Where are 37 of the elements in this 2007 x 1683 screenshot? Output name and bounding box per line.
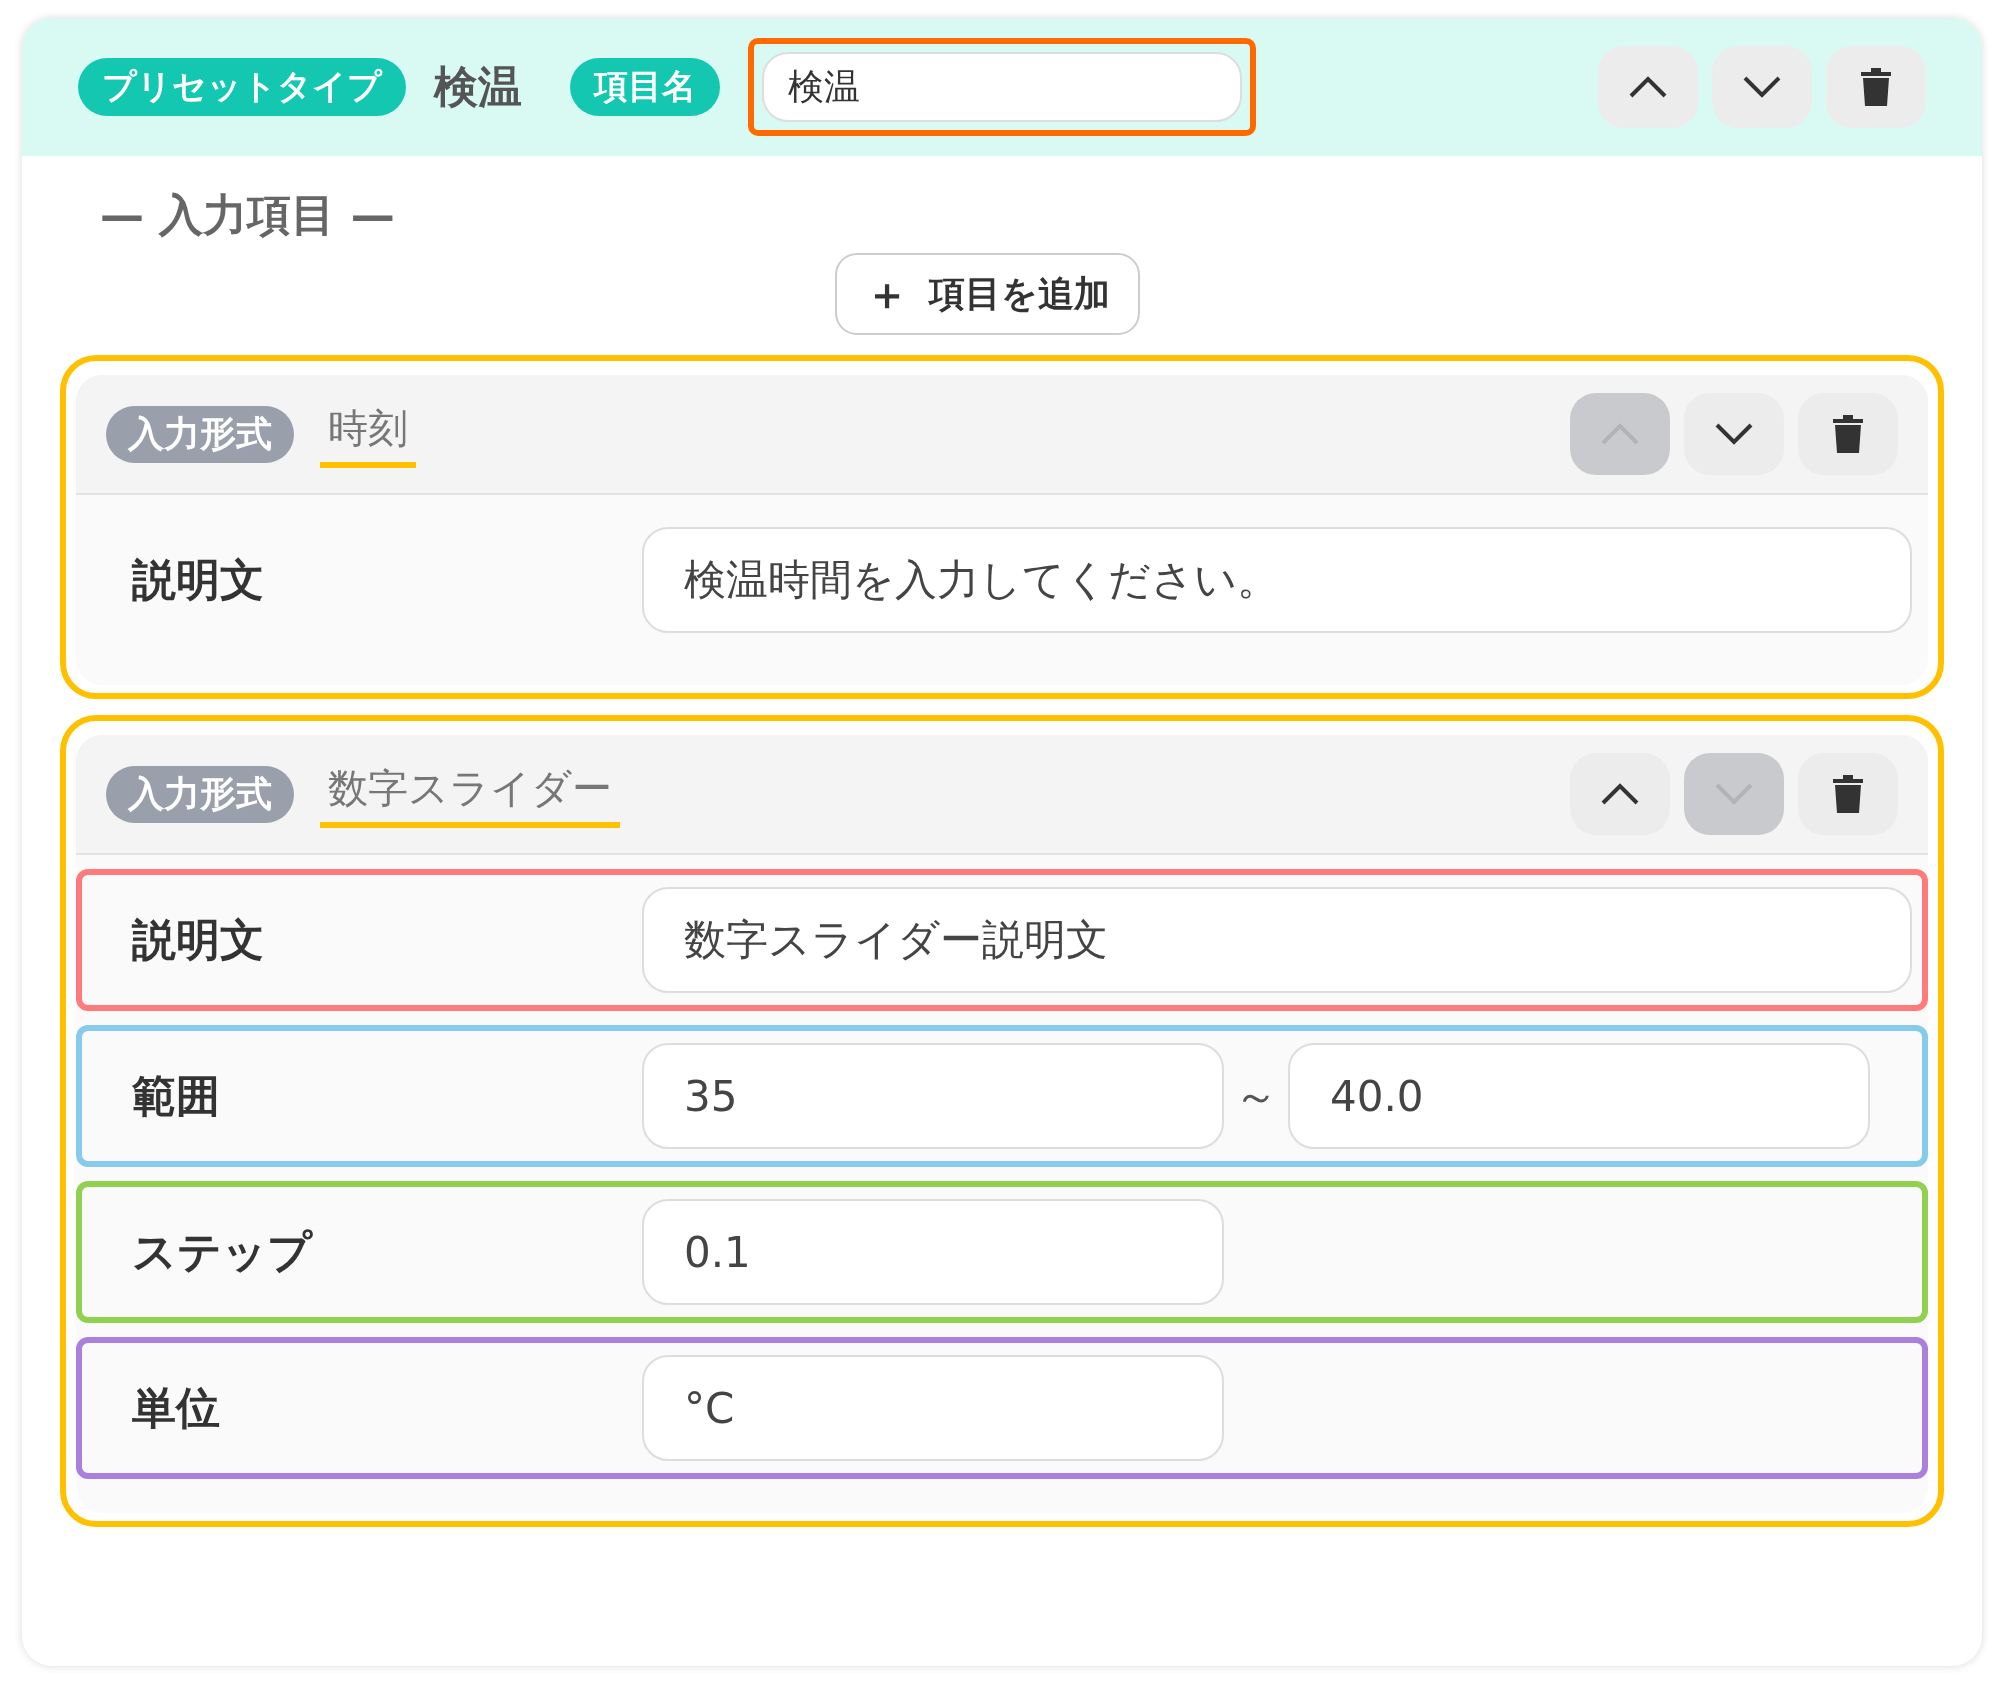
field-label: 説明文	[132, 552, 265, 607]
delete-button[interactable]	[1798, 393, 1898, 475]
move-up-button[interactable]	[1570, 753, 1670, 835]
max-input-field[interactable]: 40.0	[1288, 1043, 1870, 1149]
preset-type-badge: プリセットタイプ	[78, 58, 406, 116]
add-item-button[interactable]: ＋ 項目を追加	[834, 253, 1140, 335]
delete-button[interactable]	[1798, 753, 1898, 835]
trash-icon	[1860, 67, 1892, 107]
move-down-button[interactable]	[1684, 393, 1784, 475]
item-name-badge: 項目名	[570, 58, 720, 116]
plus-icon: ＋	[864, 264, 909, 324]
input-format-badge: 入力形式	[106, 765, 294, 823]
item-name-field[interactable]: 検温	[762, 52, 1242, 122]
input-field[interactable]: 検温時間を入力してください。	[642, 527, 1912, 633]
field-label: ステップ	[132, 1224, 314, 1279]
input-field[interactable]: °C	[642, 1355, 1224, 1461]
input-field[interactable]: 数字スライダー説明文	[642, 887, 1912, 993]
preset-type-value: 検温	[434, 59, 522, 114]
input-type-label: 数字スライダー	[320, 760, 620, 828]
move-up-button[interactable]	[1598, 46, 1698, 128]
move-down-button[interactable]	[1712, 46, 1812, 128]
input-format-badge: 入力形式	[106, 405, 294, 463]
min-input-field[interactable]: 35	[642, 1043, 1224, 1149]
range-separator: ～	[1233, 1068, 1279, 1123]
input-field[interactable]: 0.1	[642, 1199, 1224, 1305]
field-label: 範囲	[132, 1068, 221, 1123]
input-type-label: 時刻	[320, 400, 416, 468]
section-title: — 入力項目 —	[100, 188, 396, 242]
chevron-up-icon	[1600, 782, 1640, 806]
field-label: 説明文	[132, 912, 265, 967]
chevron-down-icon	[1714, 422, 1754, 446]
chevron-down-icon	[1742, 75, 1782, 99]
chevron-up-icon	[1628, 75, 1668, 99]
delete-button[interactable]	[1826, 46, 1926, 128]
field-label: 単位	[132, 1380, 221, 1435]
trash-icon	[1832, 414, 1864, 454]
trash-icon	[1832, 774, 1864, 814]
